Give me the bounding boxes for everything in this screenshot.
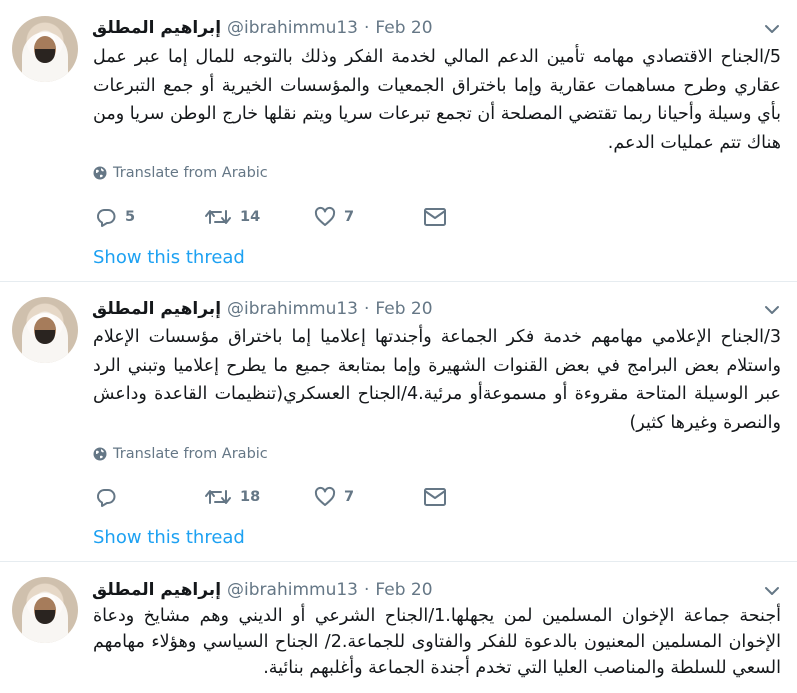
separator-dot: · [363, 18, 370, 38]
globe-icon [93, 166, 107, 180]
avatar[interactable] [12, 577, 78, 643]
reply-icon [96, 209, 116, 227]
show-thread-link[interactable]: Show this thread [93, 526, 245, 550]
like-count: 7 [344, 209, 355, 225]
separator-dot: · [363, 299, 370, 319]
chevron-down-icon[interactable] [762, 19, 782, 39]
like-button[interactable]: 7 [314, 485, 354, 509]
tweet-date[interactable]: Feb 20 [375, 18, 432, 38]
heart-icon [314, 206, 336, 226]
heart-icon [314, 486, 336, 506]
separator-dot: · [363, 580, 370, 600]
retweet-icon [205, 490, 231, 504]
tweet-text: أجنحة جماعة الإخوان المسلمين لمن يجهلها.… [93, 606, 781, 678]
tweet-text: 5/الجناح الاقتصادي مهامه تأمين الدعم الم… [93, 47, 781, 153]
reply-button[interactable]: 5 [95, 205, 135, 229]
reply-icon [96, 489, 116, 507]
avatar[interactable] [12, 297, 78, 363]
tweet-date[interactable]: Feb 20 [375, 299, 432, 319]
translate-label: Translate from Arabic [113, 446, 268, 462]
divider [0, 281, 797, 282]
translate-label: Translate from Arabic [113, 165, 268, 181]
chevron-down-icon[interactable] [762, 581, 782, 601]
show-thread-link[interactable]: Show this thread [93, 246, 245, 270]
retweet-icon [205, 210, 231, 224]
author-handle[interactable]: @ibrahimmu13 [227, 580, 358, 600]
like-count: 7 [344, 489, 355, 505]
globe-icon [93, 447, 107, 461]
author-name[interactable]: إبراهيم المطلق [92, 580, 221, 600]
reply-button[interactable] [95, 485, 125, 509]
divider [0, 561, 797, 562]
translate-link[interactable]: Translate from Arabic [93, 444, 268, 464]
retweet-count: 14 [240, 209, 261, 225]
avatar[interactable] [12, 16, 78, 82]
dm-button[interactable] [423, 205, 455, 229]
retweet-count: 18 [240, 489, 261, 505]
reply-count: 5 [125, 209, 136, 225]
envelope-icon [424, 488, 446, 506]
tweet-header: إبراهيم المطلق @ibrahimmu13 · Feb 20 [92, 17, 433, 39]
author-handle[interactable]: @ibrahimmu13 [227, 299, 358, 319]
tweet-text: 3/الجناح الإعلامي مهامهم خدمة فكر الجماع… [93, 327, 781, 433]
translate-link[interactable]: Translate from Arabic [93, 163, 268, 183]
retweet-button[interactable]: 14 [204, 205, 260, 229]
retweet-button[interactable]: 18 [204, 485, 260, 509]
like-button[interactable]: 7 [314, 205, 354, 229]
tweet-header: إبراهيم المطلق @ibrahimmu13 · Feb 20 [92, 298, 433, 320]
chevron-down-icon[interactable] [762, 300, 782, 320]
dm-button[interactable] [423, 485, 455, 509]
author-name[interactable]: إبراهيم المطلق [92, 18, 221, 38]
envelope-icon [424, 208, 446, 226]
tweet-header: إبراهيم المطلق @ibrahimmu13 · Feb 20 [92, 579, 433, 601]
author-name[interactable]: إبراهيم المطلق [92, 299, 221, 319]
tweet-date[interactable]: Feb 20 [375, 580, 432, 600]
author-handle[interactable]: @ibrahimmu13 [227, 18, 358, 38]
